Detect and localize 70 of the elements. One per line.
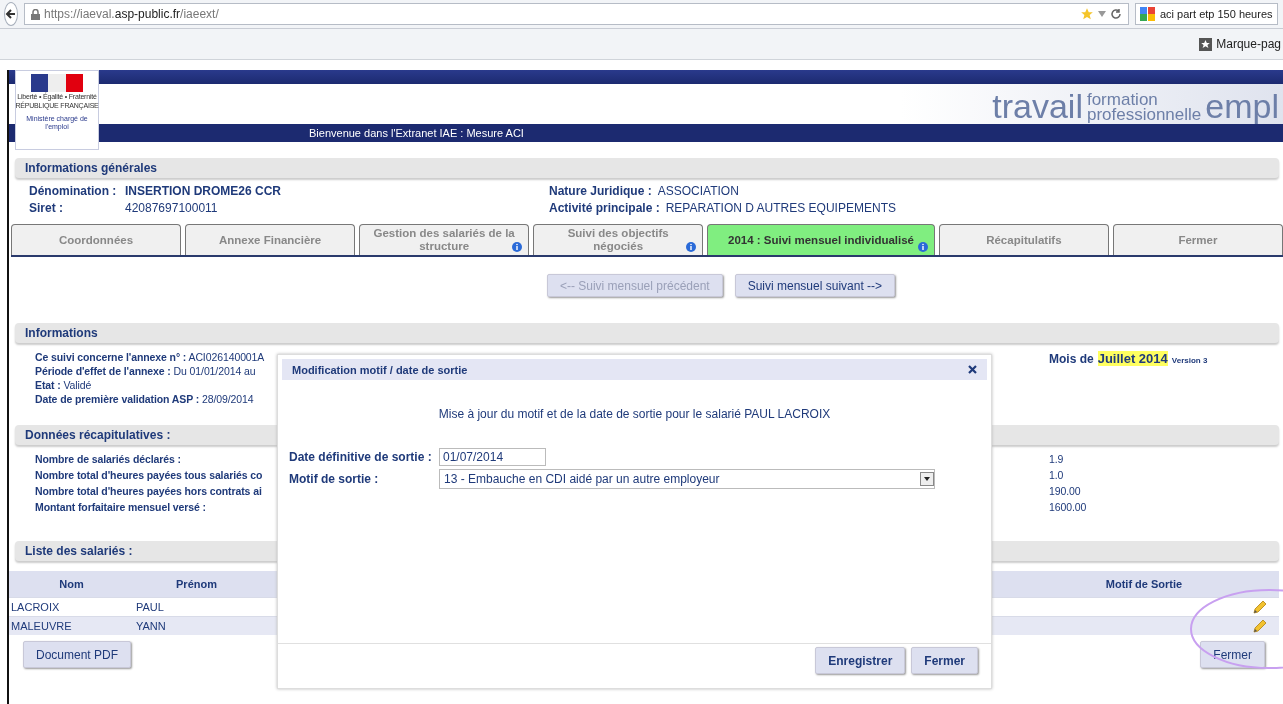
info-icon bbox=[686, 242, 697, 252]
field-label: Etat : bbox=[35, 379, 61, 391]
back-button[interactable] bbox=[4, 2, 18, 26]
field-label: Nombre total d'heures payées hors contrats ai bbox=[35, 485, 262, 497]
address-bar[interactable]: https://iaeval.asp-public.fr/iaeext/ bbox=[24, 3, 1129, 25]
month-value: Juillet 2014 bbox=[1097, 351, 1168, 366]
field-label: Nature Juridique : bbox=[549, 184, 652, 198]
welcome-text: Bienvenue dans l'Extranet IAE : Mesure ACI bbox=[309, 127, 524, 139]
field-value: 190.00 bbox=[1049, 485, 1081, 497]
info-icon bbox=[917, 242, 928, 252]
month-label: Mois de bbox=[1049, 352, 1094, 366]
field-label: Date définitive de sortie : bbox=[289, 450, 433, 464]
field-value: Du 01/01/2014 au bbox=[173, 365, 256, 377]
modal-message: Mise à jour du motif et de la date de sortie pour le salarié PAUL LACROIX bbox=[437, 407, 832, 421]
table-cell: YANN bbox=[134, 616, 259, 635]
field-label: Activité principale : bbox=[549, 201, 660, 215]
table-cell: MALEUVRE bbox=[9, 616, 134, 635]
field-value: 42087697100011 bbox=[125, 201, 218, 215]
field-value: 1.9 bbox=[1049, 453, 1064, 465]
field-label: Nombre total d'heures payées tous salariés co bbox=[35, 469, 263, 481]
search-text: aci part etp 150 heures bbox=[1160, 8, 1273, 20]
modal-title: Modification motif / date de sortie bbox=[292, 363, 468, 376]
section-header: Informations bbox=[15, 323, 1279, 343]
lock-icon bbox=[31, 8, 40, 20]
field-value: ASSOCIATION bbox=[657, 184, 739, 198]
field-label: Ce suivi concerne l'annexe n° : bbox=[35, 351, 187, 363]
search-field[interactable]: aci part etp 150 heures bbox=[1135, 3, 1278, 25]
url-text: https://iaeval.asp-public.fr/iaeext/ bbox=[44, 7, 220, 21]
search-engine-icon bbox=[1140, 7, 1156, 21]
slogan-text: travail bbox=[992, 88, 1083, 124]
field-value: 28/09/2014 bbox=[202, 393, 254, 405]
field-value: INSERTION DROME26 CCR bbox=[125, 184, 282, 198]
bookmark-icon bbox=[1199, 37, 1213, 51]
slogan-text: formation bbox=[1086, 92, 1158, 107]
back-arrow-icon bbox=[5, 8, 17, 20]
bookmarks-label[interactable]: Marque-pag bbox=[1216, 37, 1281, 51]
flag-logo-icon bbox=[31, 74, 83, 92]
pencil-icon bbox=[1253, 600, 1267, 614]
field-value: 1.0 bbox=[1049, 469, 1064, 481]
version-text: Version 3 bbox=[1171, 356, 1208, 365]
column-header: Nom bbox=[9, 571, 134, 597]
field-value: REPARATION D AUTRES EQUIPEMENTS bbox=[665, 201, 896, 215]
pencil-icon bbox=[1253, 619, 1267, 633]
reload-icon bbox=[1110, 8, 1122, 20]
slogan-text: professionnelle bbox=[1086, 107, 1202, 122]
dropdown-icon bbox=[1098, 11, 1106, 17]
field-label: Nombre de salariés déclarés : bbox=[35, 453, 181, 465]
tab[interactable]: 2014 : Suivi mensuel individualisé bbox=[707, 224, 935, 255]
field-label: Période d'effet de l'annexe : bbox=[35, 365, 171, 377]
field-value: ACI026140001A bbox=[188, 351, 265, 363]
column-header: Motif de Sortie bbox=[1049, 571, 1239, 597]
field-label: Date de première validation ASP : bbox=[35, 393, 200, 405]
date-input[interactable]: 01/07/2014 bbox=[439, 448, 546, 466]
close-button[interactable]: Fermer bbox=[1200, 641, 1265, 668]
close-icon bbox=[968, 365, 977, 374]
section-header: Informations générales bbox=[15, 158, 1279, 178]
field-value: Validé bbox=[63, 379, 92, 391]
field-value: 1600.00 bbox=[1049, 501, 1087, 513]
close-button[interactable]: Fermer bbox=[911, 647, 978, 674]
info-icon bbox=[512, 242, 523, 252]
field-label: Dénomination : bbox=[29, 184, 118, 198]
column-header: Prénom bbox=[134, 571, 259, 597]
save-button[interactable]: Enregistrer bbox=[815, 647, 906, 674]
field-label: Montant forfaitaire mensuel versé : bbox=[35, 501, 206, 513]
field-label: Siret : bbox=[29, 201, 64, 215]
next-button[interactable]: Suivi mensuel suivant --> bbox=[734, 274, 896, 297]
star-icon bbox=[1080, 7, 1094, 21]
motif-select[interactable]: 13 - Embauche en CDI aidé par un autre employeur bbox=[439, 469, 935, 489]
field-label: Motif de sortie : bbox=[289, 472, 380, 486]
pdf-button[interactable]: Document PDF bbox=[23, 641, 132, 668]
